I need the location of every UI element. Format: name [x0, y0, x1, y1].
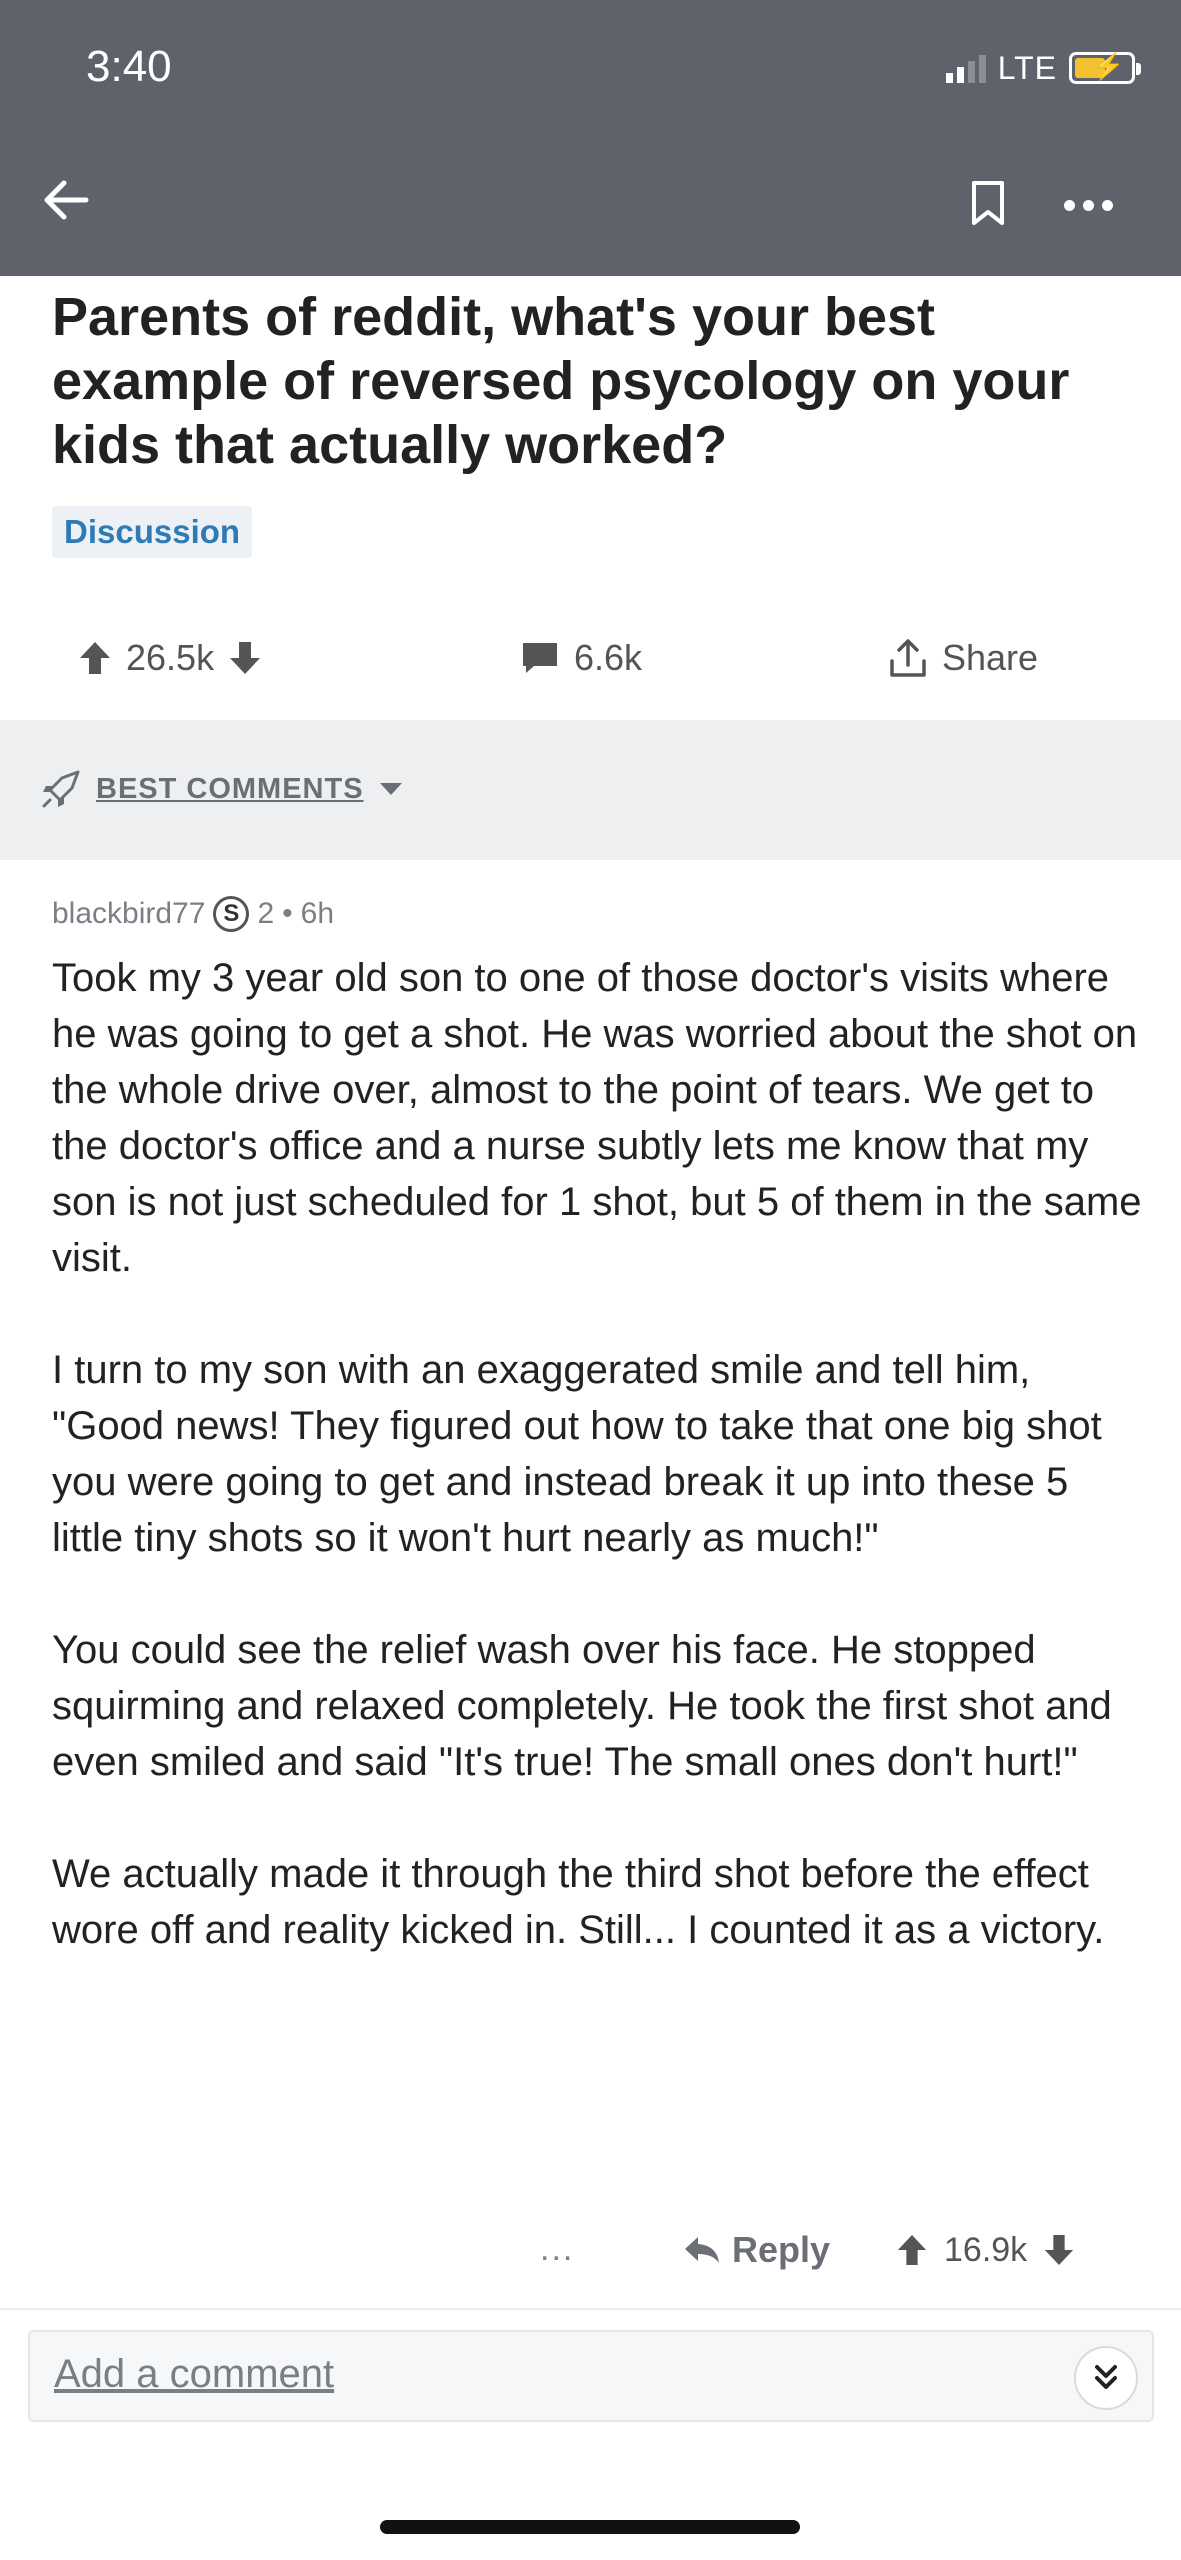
back-button[interactable]	[36, 170, 96, 230]
comment-more-button[interactable]: ...	[540, 2230, 574, 2269]
rocket-icon	[42, 770, 80, 808]
post-score: 26.5k	[126, 637, 215, 678]
comment-paragraph: I turn to my son with an exaggerated smi…	[52, 1348, 1102, 1560]
post-comment-count: 6.6k	[574, 637, 643, 678]
sort-label: BEST COMMENTS	[96, 772, 364, 805]
battery-icon: ⚡	[1069, 51, 1141, 84]
downvote-arrow-icon[interactable]	[228, 640, 262, 676]
comment-paragraph: Took my 3 year old son to one of those d…	[52, 956, 1142, 1280]
bookmark-button[interactable]	[970, 180, 1006, 226]
bookmark-icon	[972, 181, 1004, 225]
comment-action-bar: ... Reply 16.9k	[0, 2220, 1181, 2280]
signal-icon	[945, 53, 986, 83]
chevron-down-icon	[379, 783, 402, 795]
comment-paragraph: We actually made it through the third sh…	[52, 1852, 1105, 1952]
post-action-bar: 26.5k 6.6k Share	[0, 628, 1181, 688]
status-time: 3:40	[86, 42, 172, 91]
status-indicators: LTE ⚡	[945, 48, 1141, 88]
post-share-button[interactable]: Share	[888, 628, 1038, 688]
post-flair[interactable]: Discussion	[52, 506, 253, 558]
comment-meta: blackbird77 S 2 • 6h	[52, 896, 334, 932]
upvote-arrow-icon[interactable]	[78, 640, 112, 676]
comment-author[interactable]: blackbird77	[52, 897, 205, 931]
share-label: Share	[942, 637, 1039, 678]
divider	[0, 2308, 1181, 2310]
more-dots-icon	[1064, 199, 1075, 211]
karma-badge-icon: S	[213, 896, 250, 932]
comment-body: Took my 3 year old son to one of those d…	[52, 950, 1142, 2014]
comment-age: 6h	[300, 897, 335, 930]
post-title[interactable]: Parents of reddit, what's your best exam…	[52, 285, 1132, 477]
arrow-left-icon	[44, 180, 89, 220]
post-comments-button[interactable]: 6.6k	[520, 628, 642, 688]
home-indicator	[380, 2520, 800, 2534]
comment-sort-bar: BEST COMMENTS	[0, 720, 1181, 860]
meta-separator: •	[282, 897, 293, 930]
add-comment-bar[interactable]: Add a comment	[28, 2330, 1154, 2422]
reply-button[interactable]: Reply	[682, 2220, 830, 2280]
comment-paragraph: You could see the relief wash over his f…	[52, 1628, 1112, 1784]
downvote-arrow-icon[interactable]	[1043, 2233, 1075, 2267]
sort-dropdown[interactable]: BEST COMMENTS	[40, 768, 404, 810]
upvote-arrow-icon[interactable]	[896, 2233, 928, 2267]
top-header: 3:40 LTE ⚡	[0, 0, 1181, 276]
more-options-button[interactable]	[1064, 195, 1124, 215]
network-label: LTE	[997, 49, 1057, 86]
comment-score: 16.9k	[944, 2230, 1028, 2269]
comment-vote-group: 16.9k	[896, 2220, 1075, 2280]
post-vote-group: 26.5k	[78, 628, 262, 688]
add-comment-input[interactable]: Add a comment	[54, 2352, 334, 2397]
karma-level: 2	[257, 897, 275, 930]
reply-icon	[685, 2237, 719, 2263]
reply-label: Reply	[732, 2229, 831, 2270]
share-icon	[890, 639, 926, 677]
comment-bubble-icon	[523, 643, 557, 673]
double-chevron-down-icon	[1095, 2365, 1117, 2389]
expand-button[interactable]	[1074, 2346, 1138, 2410]
